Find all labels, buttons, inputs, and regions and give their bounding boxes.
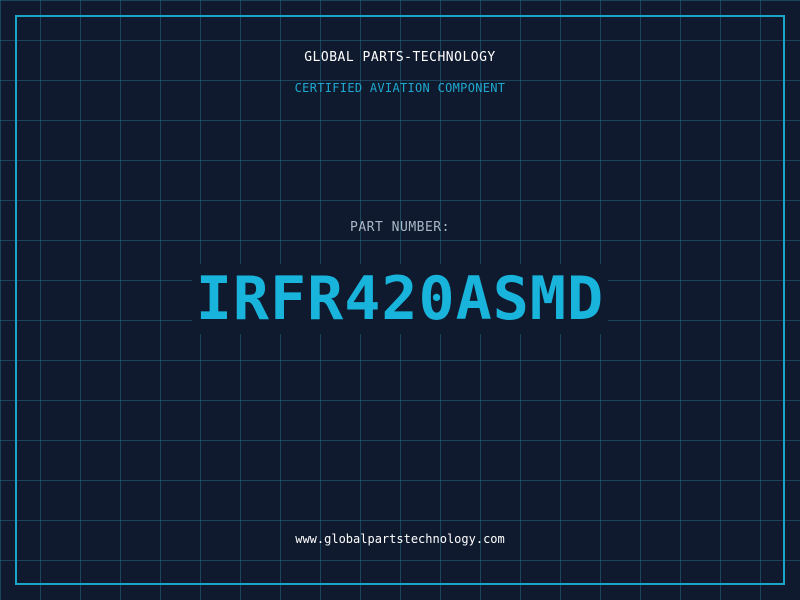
website-url: www.globalpartstechnology.com xyxy=(295,532,505,546)
part-number-value: IRFR420ASMD xyxy=(191,264,609,334)
label-canvas: GLOBAL PARTS-TECHNOLOGY CERTIFIED AVIATI… xyxy=(0,0,800,600)
company-name: GLOBAL PARTS-TECHNOLOGY xyxy=(304,50,496,65)
part-number-label: PART NUMBER: xyxy=(350,220,450,235)
part-number-container: IRFR420ASMD xyxy=(0,264,800,334)
tagline: CERTIFIED AVIATION COMPONENT xyxy=(294,81,506,95)
